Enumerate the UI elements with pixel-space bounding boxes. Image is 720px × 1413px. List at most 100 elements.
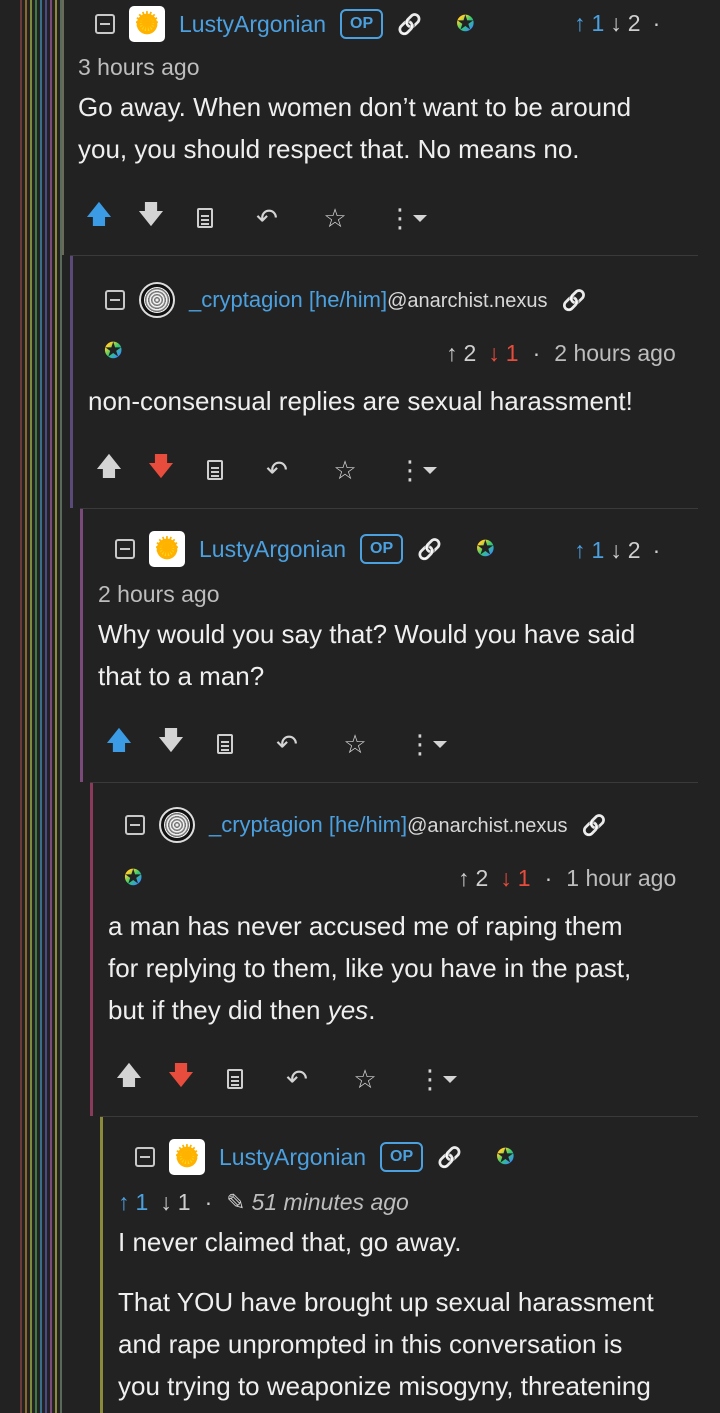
thread-line-7 — [50, 0, 52, 1413]
vote-counts: ↑ 2 ↓ 1 · 1 hour ago — [458, 865, 676, 892]
comment-body: I never claimed that, go away. That YOU … — [118, 1221, 654, 1407]
more-vertical-icon[interactable]: ⋮ — [397, 455, 423, 486]
link-icon[interactable]: 🔗 — [582, 813, 607, 838]
downvote-count: 1 — [177, 1189, 191, 1215]
collapse-icon[interactable] — [125, 815, 145, 835]
upvote-count: 1 — [135, 1189, 149, 1215]
body-line: Why would you say that? Would you have s… — [98, 619, 636, 649]
star-icon[interactable]: ☆ — [350, 1064, 380, 1095]
username[interactable]: LustyArgonian — [179, 11, 326, 38]
link-icon[interactable]: 🔗 — [562, 288, 587, 313]
arrow-down-icon[interactable]: 🡇 — [136, 196, 166, 240]
body-line: a man has never accused me of raping the… — [108, 911, 623, 941]
caret-down-icon[interactable] — [420, 466, 440, 474]
document-icon[interactable] — [200, 460, 230, 480]
avatar[interactable] — [139, 282, 175, 318]
caret-down-icon[interactable] — [430, 740, 450, 748]
arrow-down-icon[interactable]: 🡇 — [166, 1057, 196, 1101]
downvote-count-icon: ↓ — [160, 1189, 172, 1215]
vote-counts: ↑ 1 ↓ 2 · — [574, 537, 660, 564]
link-icon[interactable]: 🔗 — [437, 1145, 462, 1170]
action-bar: 🡅 🡇 ↶ ☆ ⋮ — [84, 196, 430, 240]
document-icon[interactable] — [220, 1069, 250, 1089]
arrow-up-icon[interactable]: 🡅 — [84, 196, 114, 240]
body-line: that to a man? — [98, 661, 265, 691]
collapse-icon[interactable] — [115, 539, 135, 559]
comment-header: LustyArgonian OP 🔗 ✪ — [135, 1139, 515, 1175]
comment: LustyArgonian OP 🔗 ✪ ↑ 1 ↓ 1 · ✎ 51 minu… — [100, 1116, 698, 1413]
separator: · — [532, 340, 541, 366]
link-icon[interactable]: 🔗 — [417, 537, 442, 562]
document-icon[interactable] — [210, 734, 240, 754]
instance-name: @anarchist.nexus — [407, 815, 568, 837]
comment-body: a man has never accused me of raping the… — [108, 905, 631, 1031]
thread-bar — [80, 509, 83, 782]
thread-line-6 — [45, 0, 47, 1413]
avatar[interactable] — [129, 6, 165, 42]
upvote-count: 1 — [591, 10, 605, 36]
pencil-icon: ✎ — [226, 1189, 246, 1215]
reply-icon[interactable]: ↶ — [252, 203, 282, 234]
reply-icon[interactable]: ↶ — [272, 729, 302, 760]
downvote-count: 2 — [627, 537, 641, 563]
username[interactable]: LustyArgonian — [199, 536, 346, 563]
collapse-icon[interactable] — [105, 290, 125, 310]
rainbow-star-icon: ✪ — [124, 865, 143, 890]
arrow-up-icon[interactable]: 🡅 — [104, 722, 134, 766]
document-icon[interactable] — [190, 208, 220, 228]
timestamp: 3 hours ago — [78, 54, 200, 80]
star-icon[interactable]: ☆ — [340, 729, 370, 760]
collapse-icon[interactable] — [135, 1147, 155, 1167]
downvote-count-icon: ↓ — [610, 10, 622, 36]
avatar[interactable] — [159, 807, 195, 843]
upvote-count: 1 — [591, 537, 605, 563]
rainbow-star-icon: ✪ — [496, 1144, 515, 1169]
avatar[interactable] — [149, 531, 185, 567]
rainbow-star-icon: ✪ — [456, 11, 475, 36]
username[interactable]: _cryptagion [he/him] — [209, 812, 407, 838]
body-line: That YOU have brought up sexual harassme… — [118, 1287, 654, 1317]
downvote-count: 2 — [627, 10, 641, 36]
arrow-up-icon[interactable]: 🡅 — [94, 448, 124, 492]
vote-counts: ↑ 1 ↓ 2 · — [574, 10, 660, 37]
body-line: Go away. When women don’t want to be aro… — [78, 92, 632, 122]
thread-line-1 — [20, 0, 22, 1413]
rainbow-star-icon: ✪ — [104, 338, 123, 363]
comment-body: Why would you say that? Would you have s… — [98, 613, 635, 697]
caret-down-icon[interactable] — [410, 214, 430, 222]
arrow-down-icon[interactable]: 🡇 — [156, 722, 186, 766]
avatar[interactable] — [169, 1139, 205, 1175]
timestamp: 2 hours ago — [98, 581, 220, 607]
upvote-count-icon: ↑ — [118, 1189, 130, 1215]
thread-bar — [90, 783, 93, 1116]
more-vertical-icon[interactable]: ⋮ — [407, 729, 433, 760]
op-badge: OP — [360, 534, 404, 564]
arrow-down-icon[interactable]: 🡇 — [146, 448, 176, 492]
more-vertical-icon[interactable]: ⋮ — [417, 1064, 443, 1095]
separator: · — [544, 865, 553, 891]
username[interactable]: LustyArgonian — [219, 1144, 366, 1171]
body-line: I never claimed that, go away. — [118, 1227, 462, 1257]
upvote-count-icon: ↑ — [458, 865, 470, 891]
action-bar: 🡅 🡇 ↶ ☆ ⋮ — [114, 1057, 460, 1101]
link-icon[interactable]: 🔗 — [397, 12, 422, 37]
comment-header: LustyArgonian OP 🔗 ✪ — [115, 531, 495, 567]
downvote-count-icon: ↓ — [610, 537, 622, 563]
rainbow-star-icon: ✪ — [476, 536, 495, 561]
more-vertical-icon[interactable]: ⋮ — [387, 203, 413, 234]
caret-down-icon[interactable] — [440, 1075, 460, 1083]
downvote-count: 1 — [505, 340, 519, 366]
reply-icon[interactable]: ↶ — [282, 1064, 312, 1095]
star-icon[interactable]: ☆ — [320, 203, 350, 234]
star-icon[interactable]: ☆ — [330, 455, 360, 486]
collapse-icon[interactable] — [95, 14, 115, 34]
username[interactable]: _cryptagion [he/him] — [189, 287, 387, 313]
reply-icon[interactable]: ↶ — [262, 455, 292, 486]
instance-name: @anarchist.nexus — [387, 290, 548, 312]
comment-body: Go away. When women don’t want to be aro… — [78, 86, 631, 170]
arrow-up-icon[interactable]: 🡅 — [114, 1057, 144, 1101]
body-line: you, you should respect that. No means n… — [78, 134, 580, 164]
upvote-count-icon: ↑ — [574, 10, 586, 36]
comment: LustyArgonian OP 🔗 ✪ ↑ 1 ↓ 2 · 3 hours a… — [62, 0, 698, 255]
